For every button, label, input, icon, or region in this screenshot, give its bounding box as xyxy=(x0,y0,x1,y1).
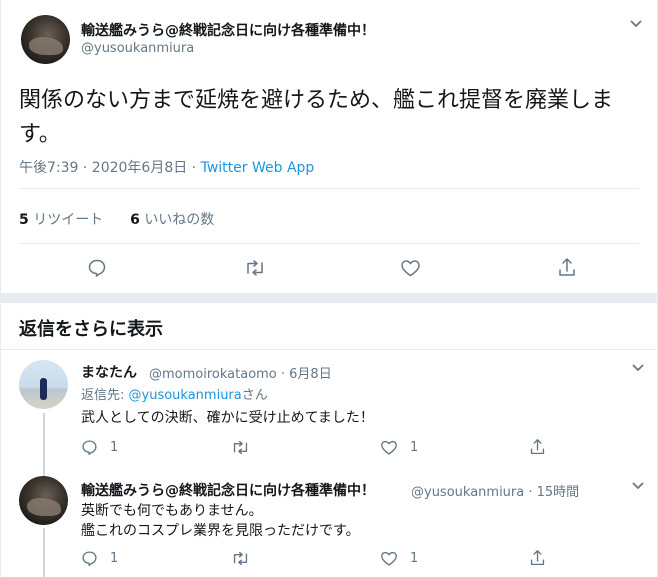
reply-icon xyxy=(88,259,106,277)
reply-button[interactable] xyxy=(87,258,107,278)
retweet-button[interactable] xyxy=(231,439,250,456)
retweet-icon xyxy=(233,440,248,455)
reply-text: 武人としての決断、確かに受け止めてました！ xyxy=(81,410,374,426)
heart-icon xyxy=(381,551,397,566)
reply-button[interactable]: 1 xyxy=(81,439,118,456)
display-name[interactable]: 輸送艦みうら@終戦記念日に向け各種準備中！ xyxy=(81,480,375,500)
avatar[interactable] xyxy=(21,15,70,64)
heart-icon xyxy=(381,440,397,455)
thread-line xyxy=(43,413,45,468)
chevron-down-icon[interactable] xyxy=(629,18,643,33)
reply-icon xyxy=(82,551,97,567)
display-name[interactable]: 輸送艦みうら@終戦記念日に向け各種準備中！ xyxy=(81,20,375,40)
retweet-icon xyxy=(233,551,248,566)
share-icon xyxy=(530,550,545,566)
share-button[interactable] xyxy=(529,549,546,567)
reply-tweet[interactable]: まなたん @momoirokataomo · 6月8日 返信先: @yusouk… xyxy=(0,350,658,468)
reply-count: 1 xyxy=(110,551,119,566)
tweet-source-link[interactable]: Twitter Web App xyxy=(201,160,315,176)
section-separator xyxy=(0,293,658,303)
more-replies-title: 返信をさらに表示 xyxy=(19,319,163,340)
retweet-icon xyxy=(247,260,263,276)
user-handle[interactable]: @yusoukanmiura · 15時間 xyxy=(411,481,579,500)
tweet-text: 関係のない方まで延焼を避けるため、艦これ提督を廃業します。 xyxy=(19,88,614,147)
reply-text-line: 英断でも何でもありません。 xyxy=(81,503,263,519)
like-button[interactable]: 1 xyxy=(380,439,418,456)
reply-to-handle[interactable]: @yusoukanmiura xyxy=(129,388,242,403)
share-button[interactable] xyxy=(529,438,546,456)
reply-text-line: 艦これのコスプレ業界を見限っただけです。 xyxy=(81,523,360,539)
like-count: 1 xyxy=(410,440,419,455)
reply-to-line: 返信先: @yusoukanmiuraさん xyxy=(81,388,268,403)
share-icon xyxy=(559,258,575,276)
user-handle[interactable]: @momoirokataomo · 6月8日 xyxy=(149,363,332,382)
retweet-button[interactable] xyxy=(244,258,266,278)
retweets-stat[interactable]: 5 リツイート xyxy=(19,212,103,228)
tweet-meta: 午後7:39 · 2020年6月8日 · Twitter Web App xyxy=(19,157,314,177)
thread-line xyxy=(43,528,45,577)
more-replies-header: 返信をさらに表示 xyxy=(0,303,658,350)
display-name[interactable]: まなたん xyxy=(81,362,137,382)
user-handle[interactable]: @yusoukanmiura xyxy=(81,41,194,56)
tweet-stats: 5 リツイート 6 いいねの数 xyxy=(19,209,214,229)
tweet-timestamp[interactable]: 午後7:39 · 2020年6月8日 · xyxy=(19,160,201,176)
retweet-button[interactable] xyxy=(231,550,250,567)
reply-count: 1 xyxy=(110,440,119,455)
like-count: 1 xyxy=(410,551,419,566)
reply-icon xyxy=(82,440,97,456)
share-icon xyxy=(530,439,545,455)
share-button[interactable] xyxy=(557,257,577,278)
divider xyxy=(19,243,639,244)
chevron-down-icon[interactable] xyxy=(631,480,645,495)
chevron-down-icon[interactable] xyxy=(631,362,645,377)
like-button[interactable]: 1 xyxy=(380,550,418,567)
main-tweet: 輸送艦みうら@終戦記念日に向け各種準備中！ @yusoukanmiura 関係の… xyxy=(0,0,658,293)
divider xyxy=(19,188,639,189)
likes-stat[interactable]: 6 いいねの数 xyxy=(130,212,214,228)
reply-tweet[interactable]: 輸送艦みうら@終戦記念日に向け各種準備中！ @yusoukanmiura · 1… xyxy=(0,468,658,577)
reply-button[interactable]: 1 xyxy=(81,550,118,567)
avatar[interactable] xyxy=(19,476,68,525)
thread-line xyxy=(43,468,45,476)
like-button[interactable] xyxy=(400,258,421,278)
heart-icon xyxy=(401,260,420,277)
avatar[interactable] xyxy=(19,360,68,409)
